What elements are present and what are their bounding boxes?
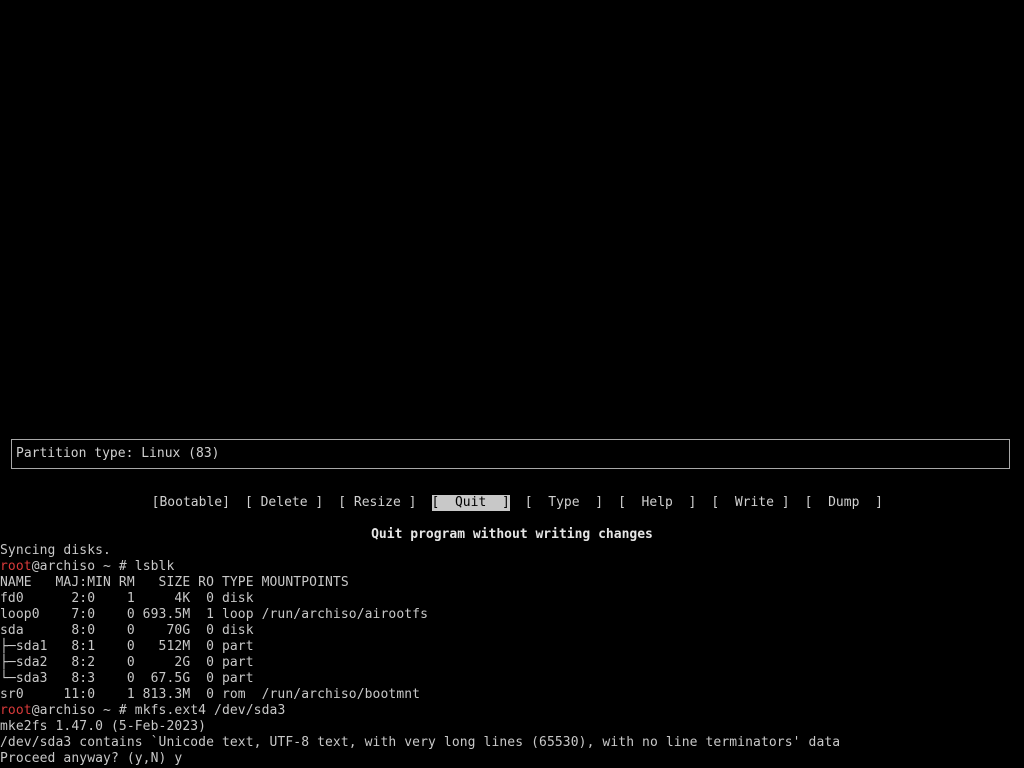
menu-bootable-button[interactable]: [Bootable] (152, 495, 230, 511)
command-text: lsblk (134, 559, 175, 574)
menu-write-button[interactable]: [ Write ] (711, 495, 789, 511)
command-text: mkfs.ext4 /dev/sda3 (134, 703, 286, 718)
proceed-prompt-line[interactable]: Proceed anyway? (y,N) y (0, 751, 182, 767)
menu-delete-button[interactable]: [ Delete ] (245, 495, 323, 511)
prompt-user: root (0, 559, 32, 574)
prompt-host-path: @archiso ~ # (31, 559, 135, 574)
prompt-user: root (0, 703, 32, 718)
menu-hint-text: Quit program without writing changes (371, 527, 653, 542)
lsblk-row: loop0 7:0 0 693.5M 1 loop /run/archiso/a… (0, 607, 429, 622)
syncing-line: Syncing disks. (0, 543, 111, 558)
partition-type-text: Partition type: Linux (83) (16, 446, 220, 461)
prompt-line-1[interactable]: root@archiso ~ # lsblk (0, 559, 174, 575)
menu-dump-button[interactable]: [ Dump ] (805, 495, 883, 511)
menu-quit-button[interactable]: [ Quit ] (431, 495, 510, 511)
lsblk-row: └─sda3 8:3 0 67.5G 0 part (0, 671, 254, 686)
prompt-line-2[interactable]: root@archiso ~ # mkfs.ext4 /dev/sda3 (0, 703, 285, 719)
prompt-host-path: @archiso ~ # (31, 703, 135, 718)
cfdisk-menu: [Bootable] [ Delete ] [ Resize ] [ Quit ] [ … (136, 479, 883, 511)
lsblk-header: NAME MAJ:MIN RM SIZE RO TYPE MOUNTPOINTS (0, 575, 349, 590)
lsblk-row: sr0 11:0 1 813.3M 0 rom /run/archiso/boo… (0, 687, 421, 702)
lsblk-row: sda 8:0 0 70G 0 disk (0, 623, 254, 638)
lsblk-row: ├─sda2 8:2 0 2G 0 part (0, 655, 254, 670)
mkfs-version-line: mke2fs 1.47.0 (5-Feb-2023) (0, 719, 207, 734)
menu-resize-button[interactable]: [ Resize ] (338, 495, 416, 511)
partition-info-box: Partition type: Linux (83) (11, 439, 1010, 469)
menu-type-button[interactable]: [ Type ] (525, 495, 603, 511)
lsblk-row: ├─sda1 8:1 0 512M 0 part (0, 639, 254, 654)
mkfs-warning-line: /dev/sda3 contains `Unicode text, UTF-8 … (0, 735, 841, 750)
menu-help-button[interactable]: [ Help ] (618, 495, 696, 511)
lsblk-row: fd0 2:0 1 4K 0 disk (0, 591, 254, 606)
